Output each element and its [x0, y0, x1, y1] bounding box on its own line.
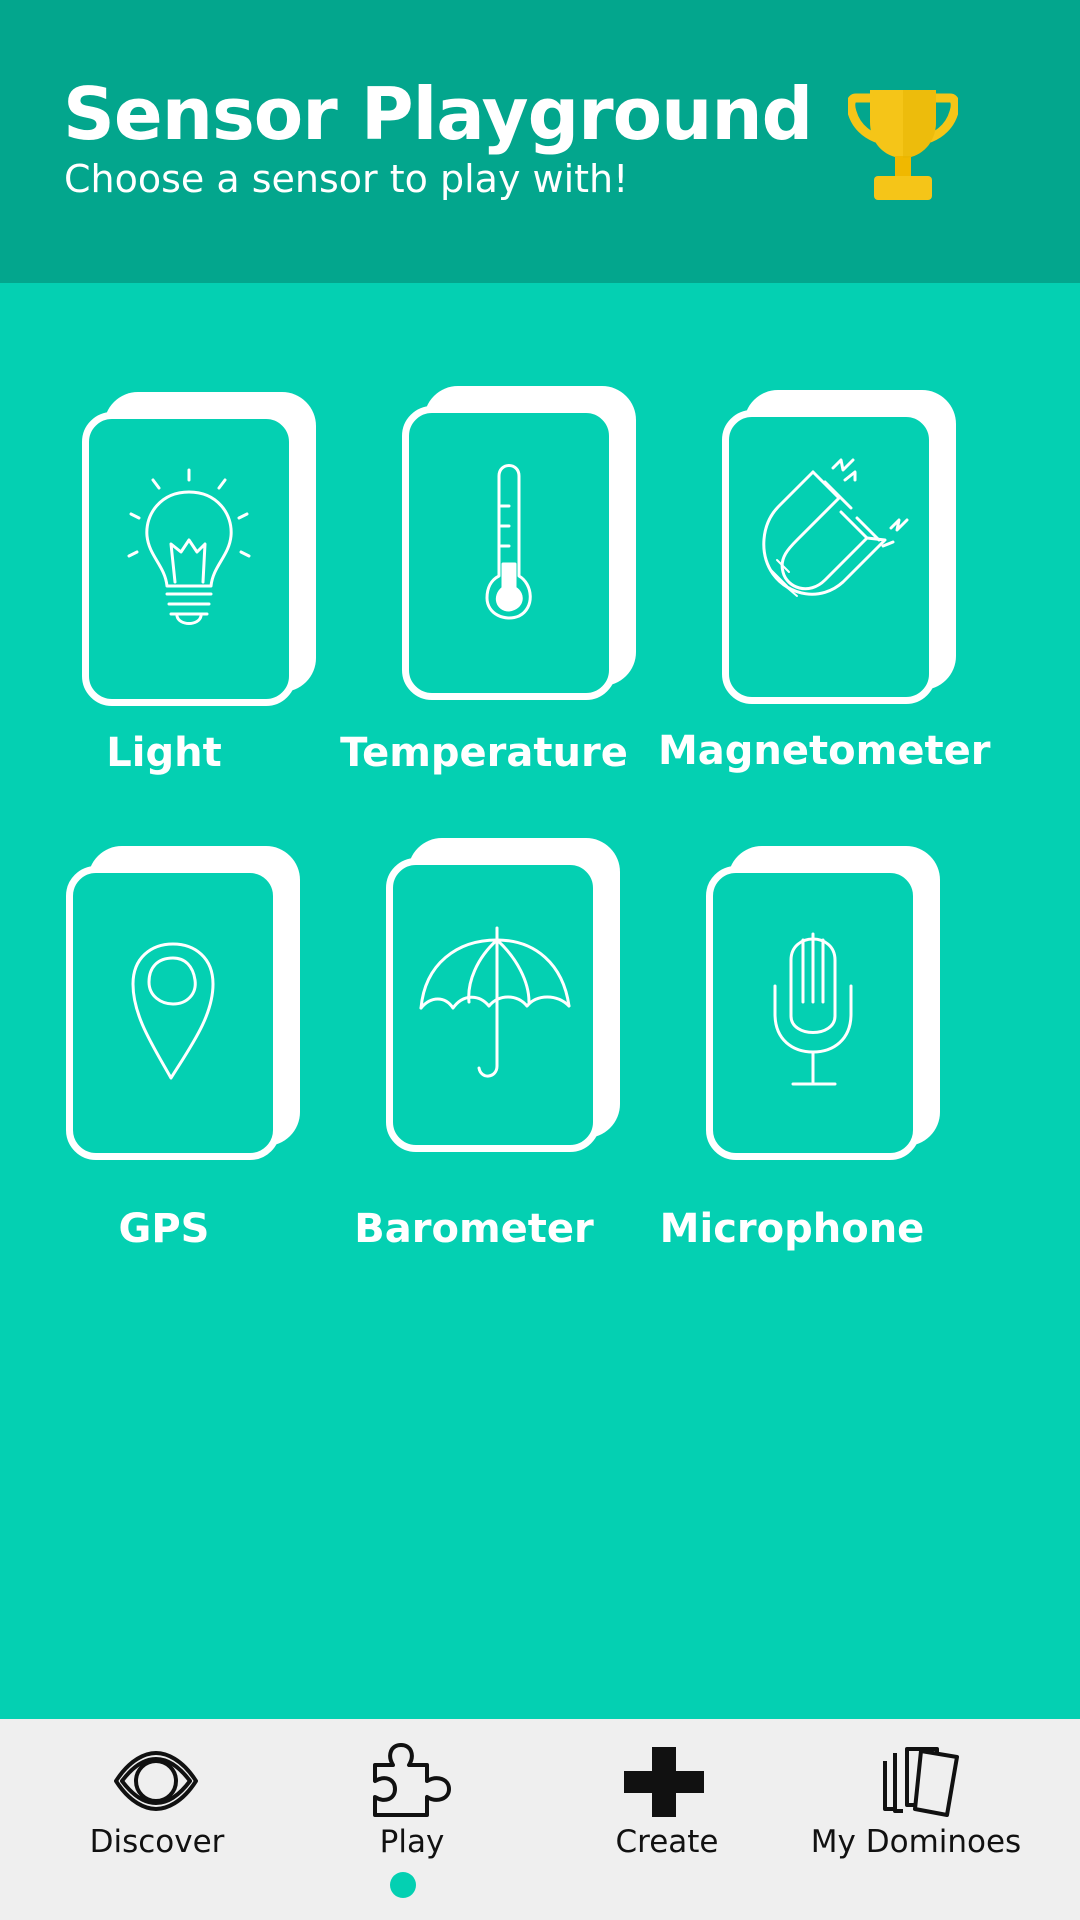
- header: Sensor Playground Choose a sensor to pla…: [0, 0, 1080, 283]
- active-tab-indicator: [390, 1872, 416, 1898]
- puzzle-icon: [373, 1743, 451, 1817]
- page-subtitle: Choose a sensor to play with!: [64, 157, 629, 201]
- magnet-icon: [762, 458, 909, 597]
- bottom-tab-bar: Discover Play Create My Dominoes: [0, 1719, 1080, 1920]
- lightbulb-icon: [127, 468, 251, 625]
- tab-label: Discover: [89, 1824, 225, 1860]
- tab-my-dominoes[interactable]: My Dominoes: [781, 1719, 1051, 1920]
- eye-icon: [114, 1751, 198, 1811]
- tab-label: Create: [615, 1824, 719, 1860]
- page-title: Sensor Playground: [63, 72, 813, 156]
- umbrella-icon: [419, 926, 571, 1078]
- trophy-icon[interactable]: [848, 86, 958, 202]
- sensor-label: Temperature: [340, 730, 628, 776]
- sensor-label: Barometer: [354, 1206, 594, 1252]
- sensor-label: GPS: [118, 1206, 210, 1252]
- location-pin-icon: [131, 942, 215, 1080]
- microphone-icon: [773, 932, 853, 1086]
- sensor-label: Light: [106, 730, 222, 776]
- thermometer-icon: [485, 464, 532, 620]
- tab-create[interactable]: Create: [532, 1719, 802, 1920]
- sensor-label: Microphone: [659, 1206, 925, 1252]
- tab-label: Play: [379, 1824, 445, 1860]
- sensor-label: Magnetometer: [658, 728, 991, 774]
- tab-discover[interactable]: Discover: [22, 1719, 292, 1920]
- tab-label: My Dominoes: [810, 1824, 1022, 1860]
- plus-icon: [624, 1747, 704, 1817]
- cards-icon: [883, 1747, 959, 1817]
